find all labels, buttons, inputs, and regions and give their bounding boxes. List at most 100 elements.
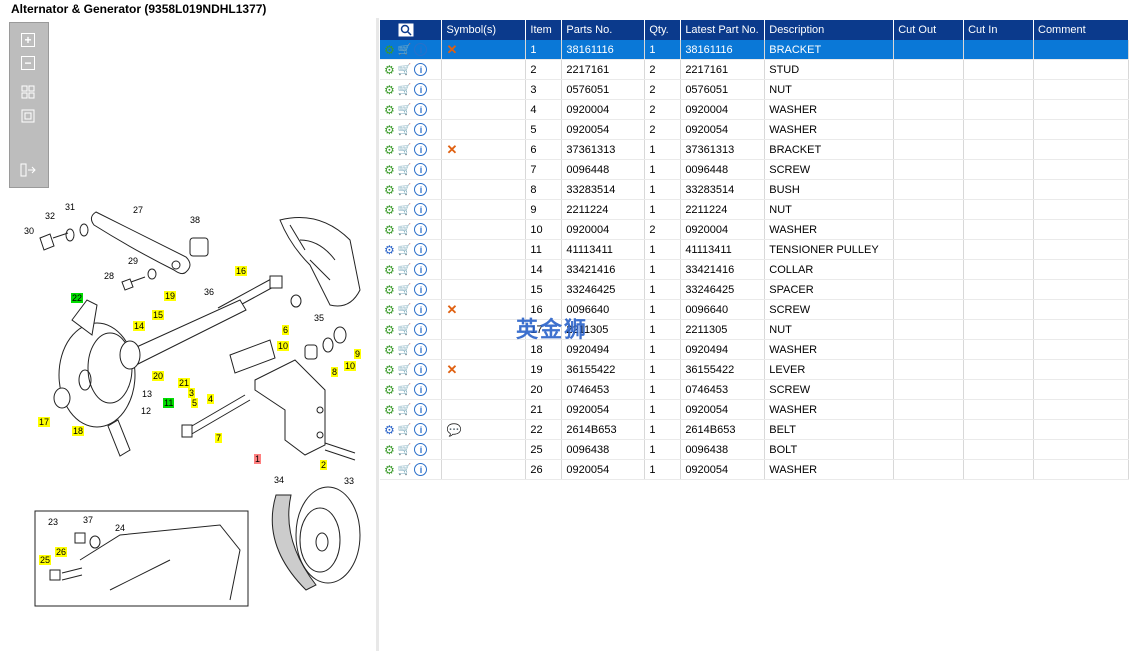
callout-21[interactable]: 21 [178,378,191,388]
cart-icon[interactable]: 🛒 [398,323,412,336]
callout-13[interactable]: 13 [141,389,153,399]
gear-icon[interactable]: ⚙ [384,103,395,117]
header-symbols[interactable]: Symbol(s) [441,20,527,40]
info-icon[interactable]: i [414,423,428,436]
callout-1[interactable]: 1 [254,454,262,464]
callout-26[interactable]: 26 [55,547,68,557]
pane-splitter[interactable] [376,18,379,651]
callout-22[interactable]: 22 [71,293,84,303]
callout-37[interactable]: 37 [82,515,94,525]
callout-34[interactable]: 34 [273,475,285,485]
actual-size-button[interactable] [19,107,37,125]
table-row[interactable]: ⚙ 🛒 i 7 0096448 1 0096448 SCREW [380,159,1129,180]
callout-12[interactable]: 12 [140,406,152,416]
info-icon[interactable]: i [414,323,428,336]
info-icon[interactable]: i [414,303,428,316]
header-cut-out[interactable]: Cut Out [893,20,965,40]
table-row[interactable]: ⚙ 🛒 i ✕ 19 36155422 1 36155422 LEVER [380,359,1129,380]
gear-icon[interactable]: ⚙ [384,363,395,377]
cart-icon[interactable]: 🛒 [398,283,412,296]
info-icon[interactable]: i [414,63,428,76]
table-row[interactable]: ⚙ 🛒 i 9 2211224 1 2211224 NUT [380,199,1129,220]
gear-icon[interactable]: ⚙ [384,223,395,237]
fit-all-button[interactable] [19,83,37,101]
cart-icon[interactable]: 🛒 [398,203,412,216]
cart-icon[interactable]: 🛒 [398,183,412,196]
callout-4[interactable]: 4 [207,394,215,404]
gear-icon[interactable]: ⚙ [384,43,395,57]
table-row[interactable]: ⚙ 🛒 i ✕ 16 0096640 1 0096640 SCREW [380,299,1129,320]
table-row[interactable]: ⚙ 🛒 i 17 2211305 1 2211305 NUT [380,319,1129,340]
exploded-parts-diagram[interactable] [0,180,376,630]
header-latest-part-no[interactable]: Latest Part No. [680,20,766,40]
table-row[interactable]: ⚙ 🛒 i 4 0920004 2 0920004 WASHER [380,99,1129,120]
cart-icon[interactable]: 🛒 [398,363,412,376]
table-row[interactable]: ⚙ 🛒 i 5 0920054 2 0920054 WASHER [380,119,1129,140]
table-row[interactable]: ⚙ 🛒 i 15 33246425 1 33246425 SPACER [380,279,1129,300]
gear-icon[interactable]: ⚙ [384,423,395,437]
cart-icon[interactable]: 🛒 [398,223,412,236]
table-row[interactable]: ⚙ 🛒 i 10 0920004 2 0920004 WASHER [380,219,1129,240]
gear-icon[interactable]: ⚙ [384,83,395,97]
gear-icon[interactable]: ⚙ [384,403,395,417]
callout-23[interactable]: 23 [47,517,59,527]
info-icon[interactable]: i [414,363,428,376]
gear-icon[interactable]: ⚙ [384,383,395,397]
gear-icon[interactable]: ⚙ [384,283,395,297]
callout-9[interactable]: 9 [354,349,362,359]
cart-icon[interactable]: 🛒 [398,303,412,316]
callout-27[interactable]: 27 [132,205,144,215]
gear-icon[interactable]: ⚙ [384,303,395,317]
header-description[interactable]: Description [764,20,895,40]
table-row[interactable]: ⚙ 🛒 i 25 0096438 1 0096438 BOLT [380,439,1129,460]
callout-8[interactable]: 8 [331,367,339,377]
table-row[interactable]: ⚙ 🛒 i ✕ 1 38161116 1 38161116 BRACKET [380,40,1129,60]
info-icon[interactable]: i [414,343,428,356]
info-icon[interactable]: i [414,283,428,296]
gear-icon[interactable]: ⚙ [384,203,395,217]
callout-29[interactable]: 29 [127,256,139,266]
gear-icon[interactable]: ⚙ [384,323,395,337]
info-icon[interactable]: i [414,43,428,56]
cart-icon[interactable]: 🛒 [398,103,412,116]
callout-24[interactable]: 24 [114,523,126,533]
gear-icon[interactable]: ⚙ [384,143,395,157]
cart-icon[interactable]: 🛒 [398,83,412,96]
callout-11[interactable]: 11 [163,398,175,408]
info-icon[interactable]: i [414,83,428,96]
cart-icon[interactable]: 🛒 [398,403,412,416]
table-row[interactable]: ⚙ 🛒 i 3 0576051 2 0576051 NUT [380,79,1129,100]
info-icon[interactable]: i [414,463,428,476]
gear-icon[interactable]: ⚙ [384,183,395,197]
callout-28[interactable]: 28 [103,271,115,281]
gear-icon[interactable]: ⚙ [384,443,395,457]
cart-icon[interactable]: 🛒 [398,383,412,396]
callout-38[interactable]: 38 [189,215,201,225]
callout-25[interactable]: 25 [39,555,52,565]
callout-35[interactable]: 35 [313,313,325,323]
info-icon[interactable]: i [414,103,428,116]
header-cut-in[interactable]: Cut In [963,20,1034,40]
callout-31[interactable]: 31 [64,202,76,212]
cart-icon[interactable]: 🛒 [398,443,412,456]
cart-icon[interactable]: 🛒 [398,63,412,76]
callout-33[interactable]: 33 [343,476,355,486]
header-qty[interactable]: Qty. [644,20,682,40]
callout-18[interactable]: 18 [72,426,85,436]
table-row[interactable]: ⚙ 🛒 i 11 41113411 1 41113411 TENSIONER PULLEY [380,239,1129,260]
callout-19[interactable]: 19 [164,291,177,301]
callout-10a[interactable]: 10 [277,341,290,351]
info-icon[interactable]: i [414,163,428,176]
table-row[interactable]: ⚙ 🛒 i ✕ 6 37361313 1 37361313 BRACKET [380,139,1129,160]
callout-30[interactable]: 30 [23,226,35,236]
cart-icon[interactable]: 🛒 [398,163,412,176]
table-row[interactable]: ⚙ 🛒 i 14 33421416 1 33421416 COLLAR [380,259,1129,280]
callout-20[interactable]: 20 [152,371,165,381]
callout-6[interactable]: 6 [282,325,290,335]
info-icon[interactable]: i [414,243,428,256]
info-icon[interactable]: i [414,403,428,416]
header-item[interactable]: Item [525,20,563,40]
cart-icon[interactable]: 🛒 [398,423,412,436]
info-icon[interactable]: i [414,443,428,456]
cart-icon[interactable]: 🛒 [398,263,412,276]
